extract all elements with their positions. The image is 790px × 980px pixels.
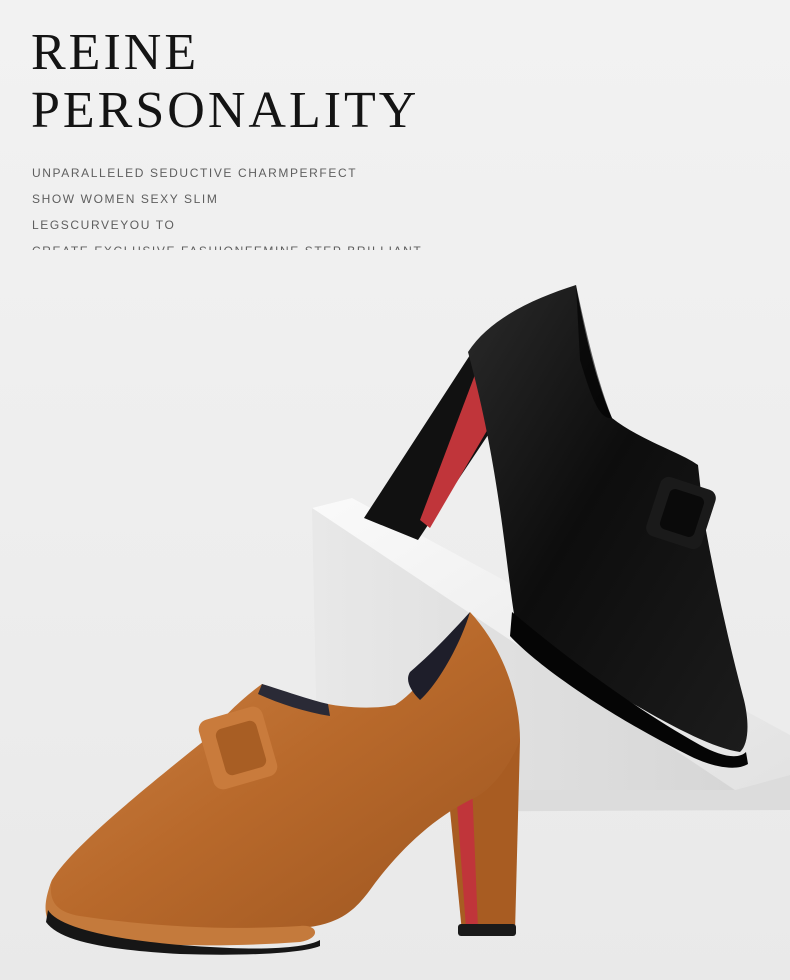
product-photo <box>45 285 790 955</box>
tan-shoe <box>45 612 521 955</box>
